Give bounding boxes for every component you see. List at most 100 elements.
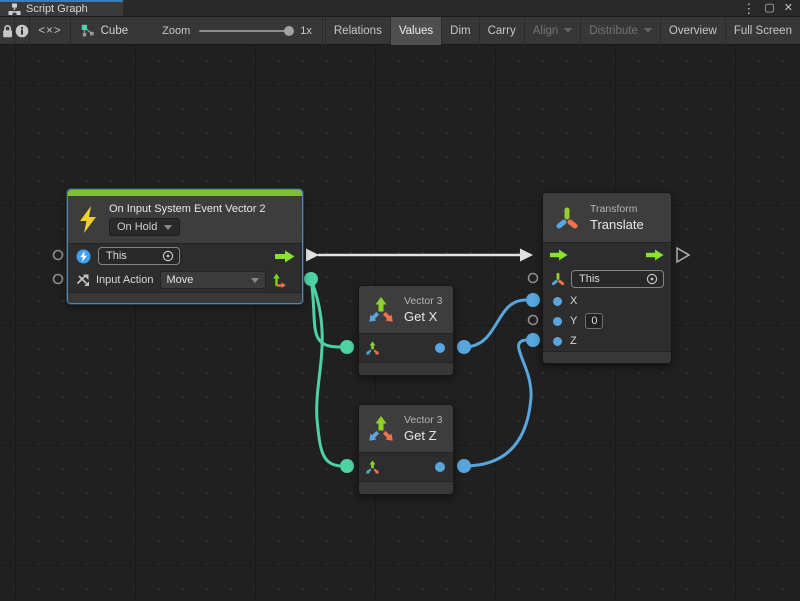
distribute-button-label: Distribute <box>589 25 638 37</box>
flow-out-icon[interactable] <box>275 250 295 263</box>
graph-icon <box>8 3 21 15</box>
event-mode-dropdown[interactable]: On Hold <box>109 218 180 236</box>
getz-port-row <box>359 453 453 481</box>
getx-result-dot[interactable] <box>435 343 445 353</box>
translate-this-field[interactable]: This <box>571 270 664 288</box>
x-port-dot[interactable] <box>553 297 562 306</box>
port-getz-output[interactable] <box>457 459 471 473</box>
dim-button[interactable]: Dim <box>441 17 478 45</box>
z-port-label: Z <box>570 335 577 347</box>
node-transform-translate[interactable]: Transform Translate <box>542 192 672 364</box>
align-button: Align <box>524 17 581 45</box>
getz-node-footer <box>359 481 453 494</box>
graph-canvas[interactable]: On Input System Event Vector 2 On Hold T… <box>0 45 800 600</box>
wire-vector2-to-getz[interactable] <box>311 279 340 466</box>
vector3-icon <box>367 296 395 324</box>
input-action-dropdown[interactable]: Move <box>160 271 266 289</box>
port-translate-flow-output[interactable] <box>677 248 689 262</box>
translate-x-row: X <box>543 291 671 311</box>
flow-in-icon[interactable] <box>550 249 568 261</box>
zoom-control: Zoom 1x <box>136 25 322 37</box>
zoom-label: Zoom <box>162 25 190 37</box>
port-getx-output[interactable] <box>457 340 471 354</box>
zoom-slider[interactable] <box>199 30 291 32</box>
port-translate-x-input[interactable] <box>526 293 540 307</box>
translate-node-footer <box>543 351 671 363</box>
vector3-icon <box>367 415 395 443</box>
event-this-row: This <box>68 244 302 268</box>
flow-in-arrowhead <box>520 249 533 262</box>
vector3-mini-icon[interactable] <box>365 460 380 475</box>
close-icon[interactable]: ✕ <box>784 3 793 14</box>
y-port-label: Y <box>570 315 577 327</box>
tab-script-graph[interactable]: Script Graph <box>0 0 123 16</box>
translate-z-row: Z <box>543 331 671 351</box>
toolbar-separator <box>322 17 323 45</box>
flow-out-arrowhead <box>306 249 319 262</box>
node-on-input-system-event[interactable]: On Input System Event Vector 2 On Hold T… <box>67 189 303 304</box>
info-icon <box>15 24 29 38</box>
wire-getz-to-z[interactable] <box>464 340 531 466</box>
chevron-down-icon <box>644 28 652 33</box>
getx-category: Vector 3 <box>404 295 443 307</box>
port-translate-y-input[interactable] <box>529 316 538 325</box>
translate-flow-row <box>543 243 671 267</box>
port-event-this-input[interactable] <box>54 251 63 260</box>
object-picker-icon[interactable] <box>162 250 174 262</box>
window-menu-icon[interactable]: ⋮ <box>742 2 755 15</box>
graph-name: Cube <box>101 25 129 37</box>
code-view-button[interactable]: <×> <box>30 17 69 45</box>
port-translate-this-input[interactable] <box>529 274 538 283</box>
translate-y-row: Y 0 <box>543 311 671 331</box>
port-event-action-input[interactable] <box>54 275 63 284</box>
wire-getx-to-x[interactable] <box>464 300 526 347</box>
getx-node-footer <box>359 362 453 375</box>
chevron-down-icon <box>564 28 572 33</box>
align-button-label: Align <box>533 25 559 37</box>
graph-breadcrumb[interactable]: Cube <box>71 24 137 37</box>
maximize-icon[interactable]: ▢ <box>764 3 774 14</box>
event-node-header: On Input System Event Vector 2 On Hold <box>68 196 302 244</box>
input-action-label: Input Action <box>96 274 154 286</box>
node-vector3-get-z[interactable]: Vector 3 Get Z <box>358 404 454 495</box>
lightning-icon <box>78 206 98 233</box>
y-value-field[interactable]: 0 <box>585 313 603 329</box>
lock-button[interactable] <box>0 17 14 45</box>
translate-this-row: This <box>543 267 671 291</box>
port-getx-input[interactable] <box>340 340 354 354</box>
port-vector2-output[interactable] <box>304 272 318 286</box>
x-port-label: X <box>570 295 577 307</box>
vector2-type-icon <box>272 273 286 288</box>
event-mode-value: On Hold <box>117 221 157 233</box>
y-port-dot[interactable] <box>553 317 562 326</box>
zoom-slider-handle[interactable] <box>284 26 294 36</box>
full-screen-button[interactable]: Full Screen <box>725 17 800 45</box>
vector3-mini-icon[interactable] <box>365 341 380 356</box>
event-node-title: On Input System Event Vector 2 <box>109 203 266 215</box>
overview-button[interactable]: Overview <box>660 17 725 45</box>
z-port-dot[interactable] <box>553 337 562 346</box>
getz-result-dot[interactable] <box>435 462 445 472</box>
relations-button[interactable]: Relations <box>325 17 390 45</box>
script-graph-window: Script Graph ⋮ ▢ ✕ <×> <box>0 0 800 601</box>
input-action-icon <box>76 273 90 287</box>
port-translate-z-input[interactable] <box>526 333 540 347</box>
distribute-button: Distribute <box>580 17 660 45</box>
window-controls: ⋮ ▢ ✕ <box>742 0 800 16</box>
getz-node-header: Vector 3 Get Z <box>359 405 453 453</box>
tab-title: Script Graph <box>26 3 88 15</box>
port-getz-input[interactable] <box>340 459 354 473</box>
chevron-down-icon <box>164 225 172 230</box>
carry-button[interactable]: Carry <box>479 17 524 45</box>
event-this-field[interactable]: This <box>98 247 180 265</box>
transform-mini-icon <box>551 272 565 286</box>
object-picker-icon[interactable] <box>646 273 658 285</box>
event-action-row: Input Action Move <box>68 268 302 292</box>
flow-out-icon[interactable] <box>646 249 664 261</box>
info-button[interactable] <box>15 17 29 45</box>
getz-title: Get Z <box>404 428 443 443</box>
node-vector3-get-x[interactable]: Vector 3 Get X <box>358 285 454 376</box>
getz-category: Vector 3 <box>404 414 443 426</box>
values-button[interactable]: Values <box>390 17 441 45</box>
getx-title: Get X <box>404 309 443 324</box>
